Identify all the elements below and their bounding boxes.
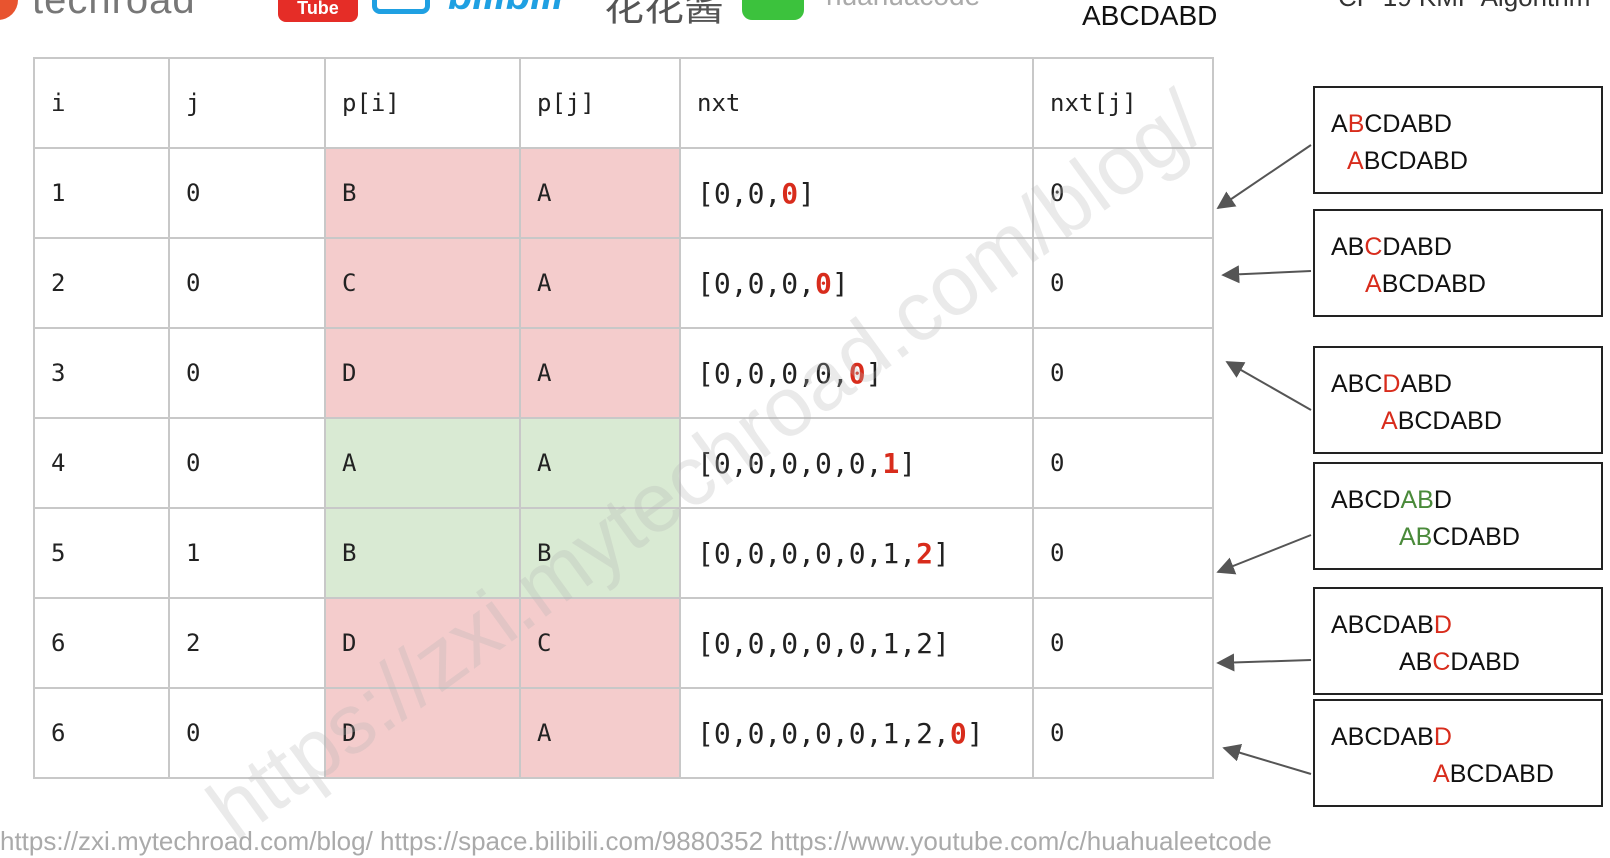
alignment-box: ABCDABD ABCDABD (1313, 462, 1603, 570)
compared-chars: C (1432, 648, 1451, 676)
pattern-segment: ABCDAB (1331, 723, 1434, 751)
compared-chars: A (1347, 147, 1364, 175)
compared-chars: D (1382, 370, 1401, 398)
pattern-segment: ABD (1400, 370, 1452, 398)
shifted-pattern-line: ABCDABD (1399, 648, 1520, 677)
alignment-box: ABCDABD ABCDABD (1313, 587, 1603, 695)
arrow-3 (1225, 361, 1312, 411)
compared-chars: B (1347, 110, 1365, 138)
compared-chars: A (1365, 270, 1382, 298)
pattern-segment: A (1331, 110, 1348, 138)
pattern-segment: D (1433, 486, 1452, 514)
compared-chars: A (1381, 407, 1398, 435)
pattern-segment: AB (1399, 648, 1433, 676)
footer-urls: https://zxi.mytechroad.com/blog/ https:/… (0, 826, 1272, 856)
pattern-line: ABCDABD (1331, 486, 1452, 515)
pattern-line: ABCDABD (1331, 110, 1452, 139)
arrow-6 (1222, 744, 1312, 775)
pattern-line: ABCDABD (1331, 611, 1452, 640)
pattern-segment: ABCD (1331, 486, 1401, 514)
pattern-segment: AB (1331, 233, 1365, 261)
pattern-segment: DABD (1382, 233, 1452, 261)
pattern-segment: CDABD (1432, 523, 1520, 551)
compared-chars: D (1433, 723, 1452, 751)
compared-chars: A (1433, 760, 1450, 788)
pattern-segment: BCDABD (1397, 407, 1502, 435)
pattern-line: ABCDABD (1331, 233, 1452, 262)
shifted-pattern-line: ABCDABD (1433, 760, 1554, 789)
pattern-segment: BCDABD (1363, 147, 1468, 175)
pattern-segment: ABCDAB (1331, 611, 1434, 639)
shifted-pattern-line: ABCDABD (1381, 407, 1502, 436)
arrow-5 (1216, 653, 1312, 672)
pattern-segment: BCDABD (1449, 760, 1554, 788)
pattern-line: ABCDABD (1331, 723, 1452, 752)
pattern-segment: CDABD (1364, 110, 1452, 138)
pattern-segment: ABC (1331, 370, 1383, 398)
alignment-box: ABCDABD ABCDABD (1313, 86, 1603, 194)
pattern-segment: BCDABD (1381, 270, 1486, 298)
alignment-box: ABCDABD ABCDABD (1313, 346, 1603, 454)
arrow-4 (1216, 534, 1312, 575)
compared-chars: AB (1399, 523, 1433, 551)
pattern-segment: DABD (1450, 648, 1520, 676)
alignment-box: ABCDABD ABCDABD (1313, 209, 1603, 317)
shifted-pattern-line: ABCDABD (1347, 147, 1468, 176)
alignment-box: ABCDABD ABCDABD (1313, 699, 1603, 807)
pattern-line: ABCDABD (1331, 370, 1452, 399)
arrow-1 (1216, 144, 1312, 210)
compared-chars: AB (1400, 486, 1434, 514)
arrow-2 (1221, 265, 1312, 284)
shifted-pattern-line: ABCDABD (1365, 270, 1486, 299)
shifted-pattern-line: ABCDABD (1399, 523, 1520, 552)
compared-chars: D (1433, 611, 1452, 639)
compared-chars: C (1364, 233, 1383, 261)
